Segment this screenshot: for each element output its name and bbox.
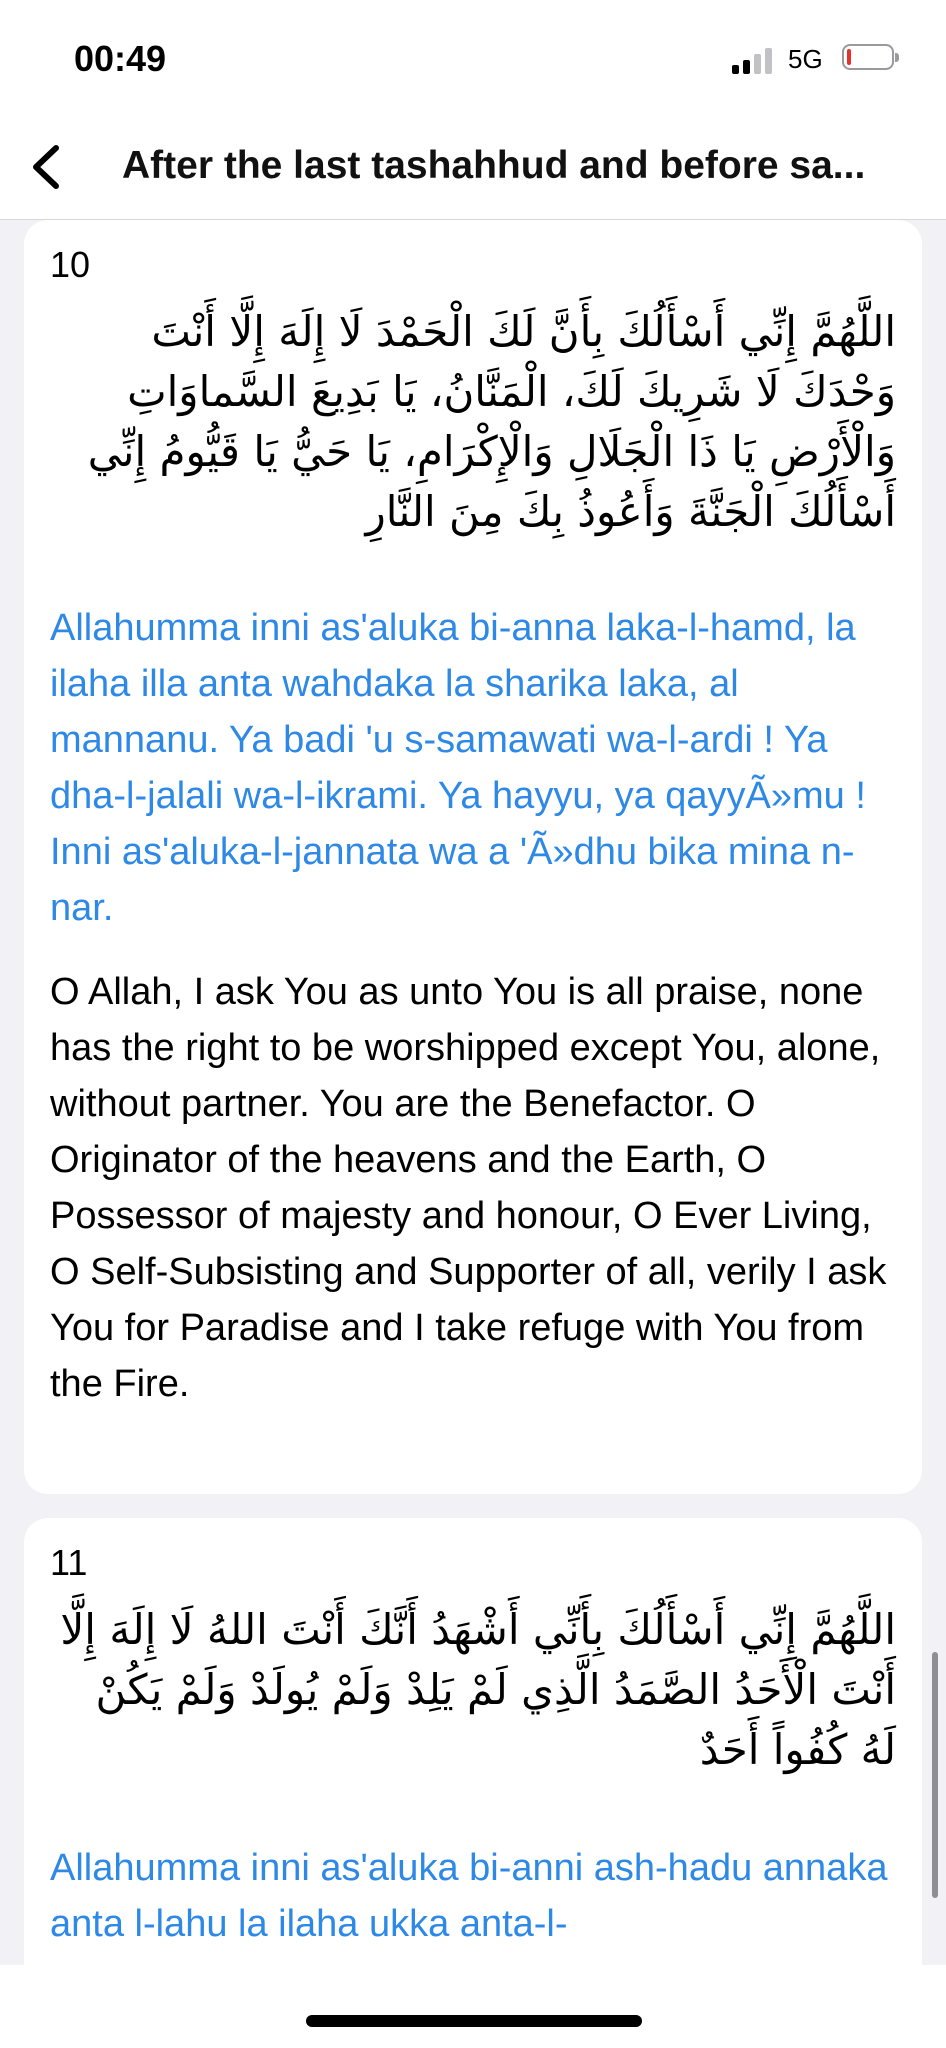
transliteration-text: Allahumma inni as'aluka bi-anna laka-l-h… — [50, 607, 866, 929]
dua-number: 11 — [50, 1542, 88, 1583]
status-bar: 00:49 5G — [0, 0, 946, 110]
transliteration-text: Allahumma inni as'aluka bi-anni ash-hadu… — [50, 1847, 888, 1945]
home-area — [0, 1965, 946, 2048]
battery-level — [847, 49, 851, 65]
dua-card: 11 اللَّهُمَّ إِنِّي أَسْأَلُكَ بِأَنِّي… — [24, 1518, 922, 1965]
arabic-text: اللَّهُمَّ إِنِّي أَسْأَلُكَ بِأَنَّ لَك… — [87, 307, 896, 536]
translation-text: O Allah, I ask You as unto You is all pr… — [50, 971, 887, 1405]
back-button[interactable] — [22, 136, 78, 196]
status-time: 00:49 — [74, 38, 167, 79]
scroll-indicator[interactable] — [932, 1652, 938, 1898]
navigation-bar: After the last tashahhud and before sa..… — [0, 110, 946, 220]
signal-strength-icon — [732, 48, 776, 74]
dua-card: 10 اللَّهُمَّ إِنِّي أَسْأَلُكَ بِأَنَّ … — [24, 220, 922, 1494]
arabic-text: اللَّهُمَّ إِنِّي أَسْأَلُكَ بِأَنِّي أَ… — [60, 1605, 896, 1774]
home-indicator[interactable] — [306, 2015, 642, 2027]
battery-icon — [842, 44, 899, 70]
page-title: After the last tashahhud and before sa..… — [122, 144, 866, 187]
network-type: 5G — [788, 44, 823, 74]
chevron-left-icon — [33, 145, 59, 189]
dua-list[interactable]: 10 اللَّهُمَّ إِنِّي أَسْأَلُكَ بِأَنَّ … — [0, 220, 946, 1965]
dua-number: 10 — [50, 244, 91, 285]
